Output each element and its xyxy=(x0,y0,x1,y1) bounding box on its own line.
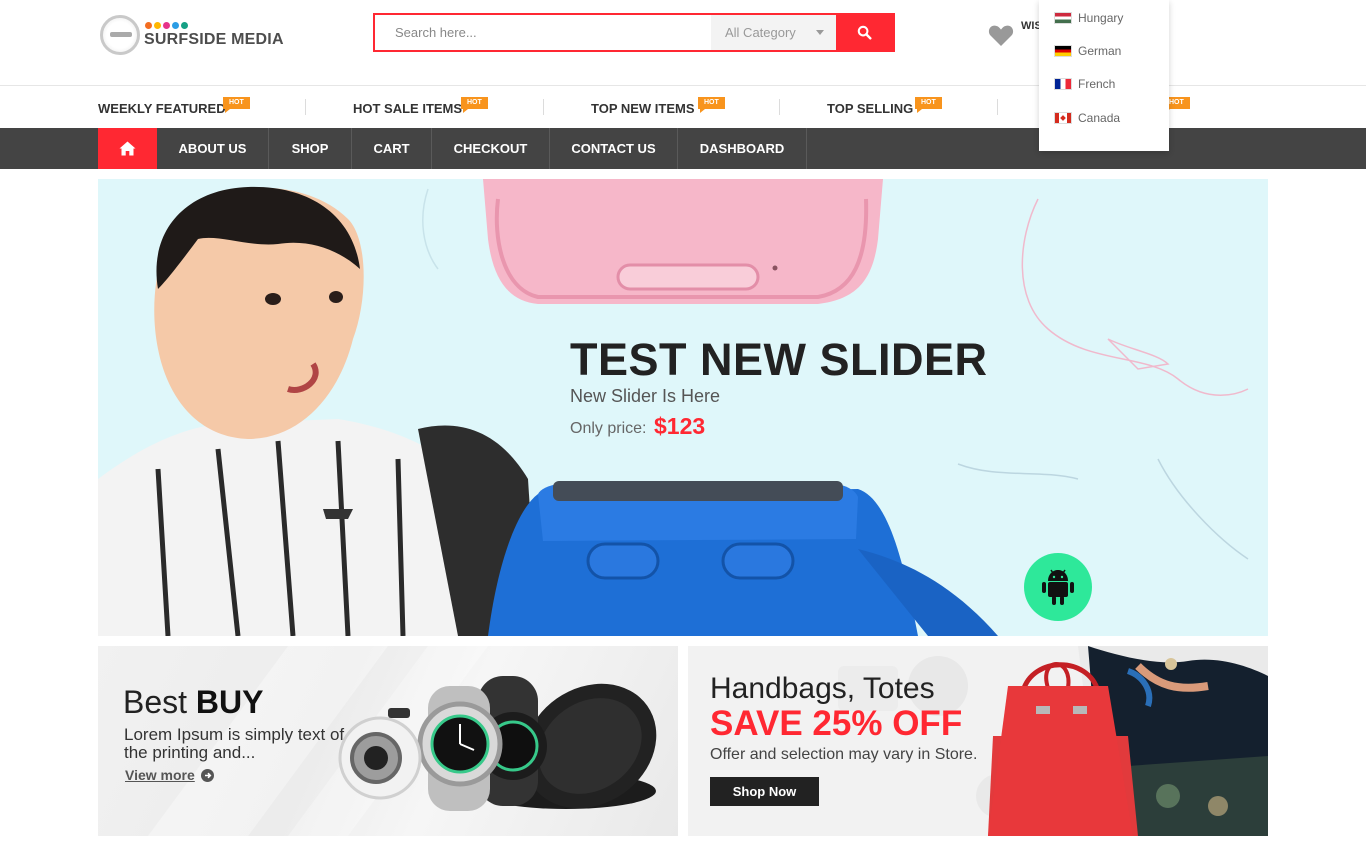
shop-now-button[interactable]: Shop Now xyxy=(710,777,819,806)
best-buy-title-bold: BUY xyxy=(195,684,264,720)
language-label: Hungary xyxy=(1078,11,1124,25)
best-buy-title: Best BUY xyxy=(123,684,263,721)
nav-cart[interactable]: CART xyxy=(352,128,432,169)
strip-hot-sale-items[interactable]: HOT SALE ITEMS xyxy=(353,101,462,116)
search-input[interactable] xyxy=(375,15,711,50)
divider xyxy=(543,99,544,115)
search-bar: All Category xyxy=(373,13,895,52)
nav-shop[interactable]: SHOP xyxy=(269,128,352,169)
android-badge[interactable] xyxy=(1024,553,1092,621)
german-flag-icon xyxy=(1054,45,1072,57)
language-option-french[interactable]: French xyxy=(1054,76,1115,92)
hero-slider[interactable]: TEST NEW SLIDER New Slider Is Here Only … xyxy=(98,179,1268,636)
search-button[interactable] xyxy=(836,15,893,50)
handbags-title: Handbags, Totes xyxy=(710,672,935,705)
nav-home-button[interactable] xyxy=(98,128,157,169)
nav-dashboard[interactable]: DASHBOARD xyxy=(678,128,807,169)
strip-top-new-items[interactable]: TOP NEW ITEMS xyxy=(591,101,695,116)
logo-dots xyxy=(145,22,188,29)
language-label: Canada xyxy=(1078,111,1121,125)
heart-icon[interactable] xyxy=(988,24,1014,47)
view-more-link[interactable]: View more xyxy=(125,767,214,783)
hero-image xyxy=(98,179,1249,636)
view-more-label: View more xyxy=(125,767,195,783)
divider xyxy=(305,99,306,115)
divider xyxy=(779,99,780,115)
android-icon xyxy=(1042,569,1074,605)
language-label: German xyxy=(1078,44,1122,58)
handbags-note: Offer and selection may vary in Store. xyxy=(710,746,978,763)
language-option-canada[interactable]: Canada xyxy=(1054,110,1120,126)
hero-subtitle: New Slider Is Here xyxy=(570,386,721,406)
hero-title: TEST NEW SLIDER xyxy=(570,334,988,385)
home-icon xyxy=(119,141,136,156)
search-icon xyxy=(857,25,872,40)
hot-badge: HOT xyxy=(223,97,250,113)
handbags-discount: SAVE 25% OFF xyxy=(710,704,963,743)
hot-badge: HOT xyxy=(698,97,725,113)
french-flag-icon xyxy=(1054,78,1072,90)
logo-emblem xyxy=(100,15,140,55)
handbags-banner[interactable]: Handbags, Totes SAVE 25% OFF Offer and s… xyxy=(688,646,1268,836)
site-logo[interactable]: SURFSIDE MEDIA xyxy=(100,14,284,58)
best-buy-description: Lorem Ipsum is simply text of the printi… xyxy=(124,725,345,762)
strip-weekly-featured[interactable]: WEEKLY FEATURED xyxy=(98,101,226,116)
nav-contact-us[interactable]: CONTACT US xyxy=(550,128,678,169)
hot-badge: HOT xyxy=(915,97,942,113)
best-buy-banner[interactable]: Best BUY Lorem Ipsum is simply text of t… xyxy=(98,646,678,836)
arrow-circle-right-icon xyxy=(200,768,214,782)
hero-price: $123 xyxy=(654,413,706,439)
divider xyxy=(997,99,998,115)
hero-price-label: Only price: xyxy=(570,420,647,437)
chevron-down-icon xyxy=(816,30,824,35)
category-select-value: All Category xyxy=(725,25,796,40)
logo-text: SURFSIDE MEDIA xyxy=(144,31,284,48)
canada-flag-icon xyxy=(1054,112,1072,124)
hungary-flag-icon xyxy=(1054,12,1072,24)
hot-badge: HOT xyxy=(461,97,488,113)
category-select[interactable]: All Category xyxy=(711,15,836,50)
nav-checkout[interactable]: CHECKOUT xyxy=(432,128,550,169)
best-buy-title-light: Best xyxy=(123,684,196,720)
language-option-german[interactable]: German xyxy=(1054,43,1121,59)
nav-about-us[interactable]: ABOUT US xyxy=(157,128,269,169)
language-dropdown: Hungary German French Canada xyxy=(1039,0,1169,151)
language-label: French xyxy=(1078,77,1116,91)
language-option-hungary[interactable]: Hungary xyxy=(1054,10,1123,26)
strip-top-selling[interactable]: TOP SELLING xyxy=(827,101,913,116)
